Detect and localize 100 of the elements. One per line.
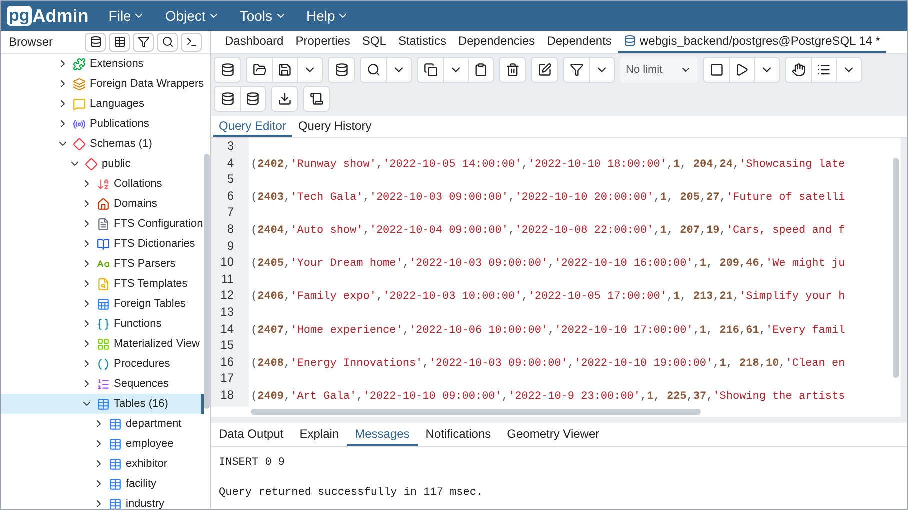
tree-item[interactable]: Foreign Data Wrappers xyxy=(1,74,204,94)
tab[interactable]: Statistics xyxy=(392,31,452,53)
code-line: (2403,'Tech Gala','2022-10-03 09:00:00','2022-10-10 20:00:00',1, 205,27,'Future of satelli xyxy=(251,192,846,204)
tree-item[interactable]: FTS Configuration xyxy=(1,214,204,234)
tree-item-label: Languages xyxy=(90,96,144,112)
filter-icon xyxy=(138,36,150,48)
terminal-button[interactable] xyxy=(181,32,202,52)
scrollbar[interactable] xyxy=(893,158,899,378)
table-icon xyxy=(114,36,126,48)
tree-item[interactable]: Schemas (1) xyxy=(1,134,204,154)
line-number: 15 xyxy=(220,337,235,354)
schemas-icon xyxy=(73,138,86,150)
schema-icon xyxy=(85,158,98,170)
table-icon xyxy=(109,458,122,470)
tree-item[interactable]: exhibitor xyxy=(1,454,204,474)
tab[interactable]: Geometry Viewer xyxy=(499,423,608,446)
tree-item[interactable]: Tables (16) xyxy=(1,394,204,414)
tree-item[interactable]: Domains xyxy=(1,194,204,214)
menu-item[interactable]: Tools xyxy=(240,6,286,26)
function-icon xyxy=(97,318,110,330)
tree-item[interactable]: Functions xyxy=(1,314,204,334)
tree-item[interactable]: FTS Templates xyxy=(1,274,204,294)
tree-item-label: Sequences xyxy=(114,376,170,392)
line-number: 4 xyxy=(226,154,235,172)
database-icon xyxy=(220,63,234,77)
scrollbar[interactable] xyxy=(251,409,701,415)
tree-item[interactable]: Sequences xyxy=(1,374,204,394)
menu-item[interactable]: Object xyxy=(165,6,220,26)
hand-icon xyxy=(792,63,806,77)
clipboard-icon xyxy=(474,63,488,77)
tree-item[interactable]: Extensions xyxy=(1,54,204,74)
tab[interactable]: Dependents xyxy=(541,31,618,53)
tree-item[interactable]: Foreign Tables xyxy=(1,294,204,314)
tab[interactable]: Query History xyxy=(292,116,378,137)
tree-item-label: FTS Configuration xyxy=(114,216,204,232)
tab[interactable]: webgis_backend/postgres@PostgreSQL 14 * xyxy=(618,31,886,53)
tree-item[interactable]: Materialized View xyxy=(1,334,204,354)
download-icon xyxy=(278,92,292,106)
tree-item[interactable]: Procedures xyxy=(1,354,204,374)
tree-item-label: public xyxy=(102,156,131,172)
database-icon xyxy=(246,92,260,106)
tab[interactable]: Data Output xyxy=(211,423,292,446)
tree-item-label: exhibitor xyxy=(126,456,168,472)
domain-icon xyxy=(97,198,110,210)
search-button[interactable] xyxy=(157,32,178,52)
code-line: (2407,'Home experience','2022-10-06 10:00:00','2022-10-10 17:00:00',1, 216,61,'Every famil xyxy=(251,324,846,337)
tab[interactable]: Properties xyxy=(290,31,356,53)
tree-item[interactable]: department xyxy=(1,414,204,434)
tree-item[interactable]: employee xyxy=(1,434,204,454)
sequence-icon xyxy=(97,378,110,390)
database-icon xyxy=(334,63,348,77)
row-limit-select[interactable]: No limit xyxy=(620,57,698,83)
tree-item[interactable]: Languages xyxy=(1,94,204,114)
tree-item-label: department xyxy=(126,416,182,432)
copy-icon xyxy=(424,63,438,77)
browser-title: Browser xyxy=(9,34,54,51)
tree-item[interactable]: Publications xyxy=(1,114,204,134)
code-editor[interactable] xyxy=(211,138,901,417)
foreigntable-icon xyxy=(97,298,110,310)
stop-icon xyxy=(710,63,724,77)
scrollbar[interactable] xyxy=(204,154,210,409)
tab[interactable]: Explain xyxy=(292,423,348,446)
search-icon xyxy=(366,63,380,77)
mview-icon xyxy=(97,338,110,350)
line-number: 10 xyxy=(220,254,235,271)
table-icon xyxy=(109,418,122,430)
ftstemplate-icon xyxy=(97,278,110,290)
fdw-icon xyxy=(73,78,86,90)
table-icon xyxy=(109,478,122,490)
tree-item[interactable]: industry xyxy=(1,494,204,509)
table-icon-button[interactable] xyxy=(109,32,130,52)
tab[interactable]: Notifications xyxy=(418,423,500,446)
tab[interactable]: Dashboard xyxy=(219,31,290,53)
database-icon-button[interactable] xyxy=(85,32,106,52)
scroll-icon xyxy=(310,92,324,106)
tree-item[interactable]: FTS Parsers xyxy=(1,254,204,274)
tree-item[interactable]: FTS Dictionaries xyxy=(1,234,204,254)
tree-item[interactable]: facility xyxy=(1,474,204,494)
extension-icon xyxy=(73,58,86,70)
tree-item-label: Publications xyxy=(90,116,150,132)
list-icon xyxy=(817,63,831,77)
menu-item[interactable]: File xyxy=(108,6,146,26)
line-number: 3 xyxy=(226,138,235,155)
code-line: (2409,'Art Gala','2022-10-10 09:00:00','2022-10-9 23:00:00',1, 225,37,'Showing the artists xyxy=(251,390,846,403)
tree-item[interactable]: Collations xyxy=(1,174,204,194)
tree-item-label: FTS Dictionaries xyxy=(114,236,196,252)
line-number: 16 xyxy=(220,354,235,370)
line-number: 18 xyxy=(220,386,235,404)
logo-text: Admin xyxy=(32,4,89,28)
code-line: (2405,'Your Dream home','2022-10-03 09:00:00','2022-10-10 16:00:00',1, 209,46,'We might ju xyxy=(251,258,846,270)
tab[interactable]: SQL xyxy=(356,31,392,53)
tree-item[interactable]: public xyxy=(1,154,204,174)
folder-icon xyxy=(252,63,266,77)
code-line: (2402,'Runway show','2022-10-05 14:00:00','2022-10-10 18:00:00',1, 204,24,'Showcasing late xyxy=(251,158,846,171)
database-icon xyxy=(90,36,102,48)
menu-item[interactable]: Help xyxy=(306,6,350,26)
tab[interactable]: Dependencies xyxy=(452,31,542,53)
database-icon xyxy=(220,92,234,106)
line-number: 5 xyxy=(226,171,235,188)
filter-icon-button[interactable] xyxy=(133,32,154,52)
